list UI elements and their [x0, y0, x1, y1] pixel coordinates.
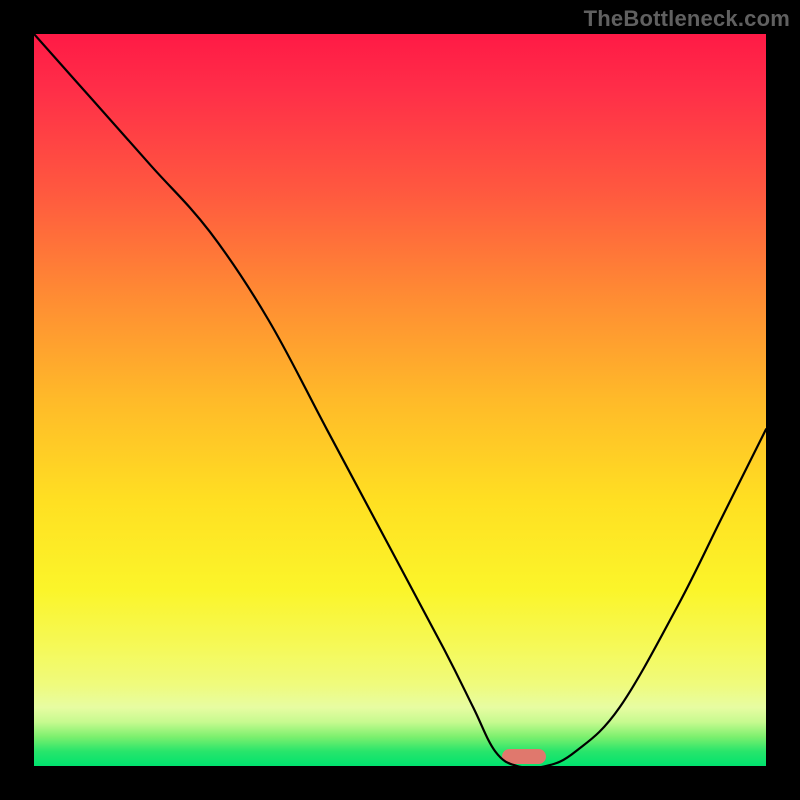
bottleneck-curve-path — [34, 34, 766, 766]
curve-layer — [34, 34, 766, 766]
plot-area — [34, 34, 766, 766]
attribution-label: TheBottleneck.com — [584, 6, 790, 32]
chart-frame: TheBottleneck.com — [0, 0, 800, 800]
